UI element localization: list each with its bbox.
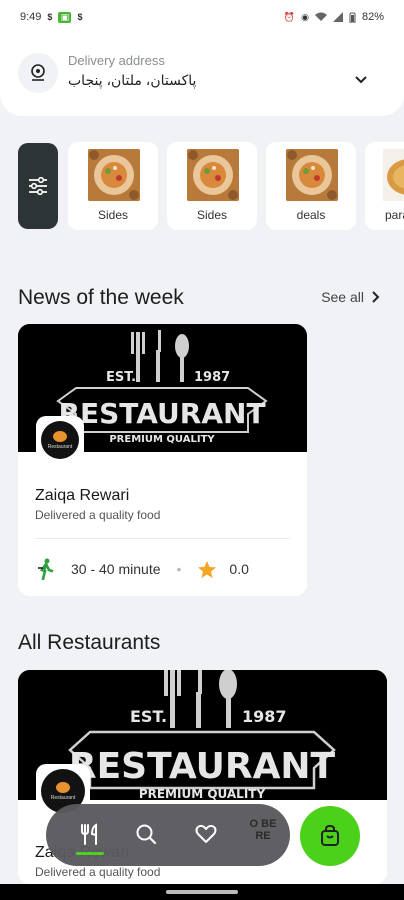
card-divider [35,538,290,539]
battery-icon [349,12,356,23]
news-section-title: News of the week [18,286,184,309]
category-label: Sides [196,208,228,222]
category-card[interactable]: Sides [68,142,158,230]
banner-tagline: PREMIUM QUALITY [139,787,266,800]
star-icon [198,560,217,578]
eye-icon: ◉ [301,11,309,22]
app-notification-icon: ▣ [58,11,72,23]
system-navigation-bar [0,884,404,900]
banner-est: EST. [130,707,167,726]
see-all-link[interactable]: See all [321,289,380,305]
banner-est: EST. [106,370,136,385]
category-label: deals [296,208,326,222]
category-card[interactable]: paratha [365,142,404,230]
alarm-icon: ⏰ [283,11,296,22]
search-icon [136,824,157,845]
category-label: paratha [385,208,404,222]
walking-person-icon [38,558,54,580]
restaurant-name: Zaiqa Rewari [35,487,130,504]
shopping-bag-icon [321,825,339,846]
banner-year: 1987 [194,370,230,385]
banner-word: RESTAURANT [58,397,265,430]
nav-more-text: O BE RE [249,818,277,842]
category-label: Sides [97,208,129,222]
restaurant-meta: 30 - 40 minute • 0.0 [35,558,249,580]
category-image [187,149,239,201]
address-label: Delivery address [68,53,165,68]
bottom-navigation: O BE RE [46,804,290,866]
rating: 0.0 [229,561,249,577]
logo-text: Restaurant [50,794,76,801]
filter-button[interactable] [18,143,58,229]
see-all-label: See all [321,289,364,305]
restaurant-subtitle: Delivered a quality food [35,865,161,879]
chevron-down-icon[interactable] [354,72,368,90]
notification-icon-2: $ [77,12,83,22]
banner-tagline: PREMIUM QUALITY [109,434,215,445]
status-time: 9:49 [20,11,42,23]
banner-word: RESTAURANT [69,746,336,787]
home-handle[interactable] [166,890,238,894]
banner-year: 1987 [242,707,287,726]
nav-search[interactable] [130,818,162,850]
nav-active-indicator [76,852,104,855]
cart-button[interactable] [300,806,360,866]
all-restaurants-title: All Restaurants [18,631,161,654]
battery-percent: 82% [361,11,384,23]
category-image [383,149,404,201]
category-image [88,149,140,201]
status-bar: 9:49 $ ▣ $ ⏰ ◉ 82% [0,0,404,34]
delivery-address-card[interactable]: Delivery address پاکستان، ملتان، پنجاب [0,34,404,116]
signal-icon [332,12,343,22]
category-card[interactable]: Sides [167,142,257,230]
delivery-time: 30 - 40 minute [71,561,161,577]
restaurant-logo: Restaurant [36,416,84,464]
heart-icon [195,824,217,843]
nav-restaurants[interactable] [74,818,106,850]
category-card[interactable]: deals [266,142,356,230]
wifi-icon [314,12,327,22]
sliders-icon [29,177,47,195]
notification-icon: $ [47,12,53,22]
fork-knife-icon [81,823,97,845]
meta-separator: • [176,561,182,577]
category-row: Sides Sides deals par [18,142,404,230]
nav-more[interactable]: O BE RE [242,818,284,852]
chevron-right-icon [372,291,380,303]
featured-restaurant-card[interactable]: EST. 1987 RESTAURANT PREMIUM QUALITY Res… [18,324,307,596]
address-value: پاکستان، ملتان، پنجاب [68,72,197,88]
nav-favorites[interactable] [190,818,222,850]
category-image [286,149,338,201]
location-pin-icon [18,53,58,93]
logo-text: Restaurant [47,443,73,450]
restaurant-subtitle: Delivered a quality food [35,508,161,522]
